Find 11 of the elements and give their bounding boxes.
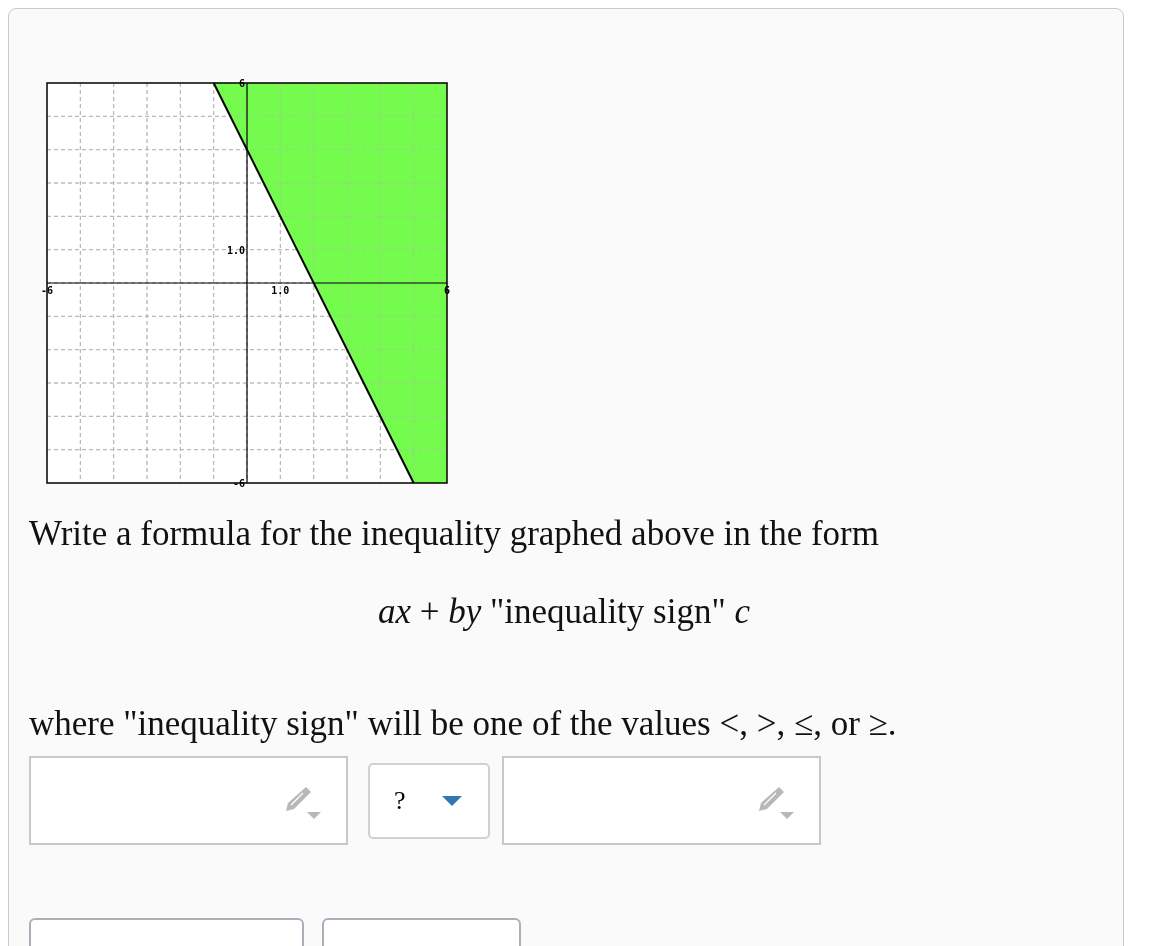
tick-label: 1.0 — [271, 285, 290, 296]
answer-field[interactable] — [502, 756, 821, 845]
caret-icon — [442, 794, 462, 807]
answer-field[interactable] — [29, 756, 348, 845]
inequality-dropdown[interactable]: ? — [368, 762, 490, 839]
question-text: Write a formula for the inequality graphed above in the form — [29, 514, 880, 554]
tick-label: 6 — [238, 78, 245, 89]
tick-label: 1.0 — [226, 244, 245, 256]
formula: ax + by "inequality sign" c — [377, 592, 751, 632]
question-note: where "inequality sign" will be one of the values <, >, ≤, or ≥. — [29, 704, 898, 744]
tick-label: 6 — [444, 285, 450, 296]
